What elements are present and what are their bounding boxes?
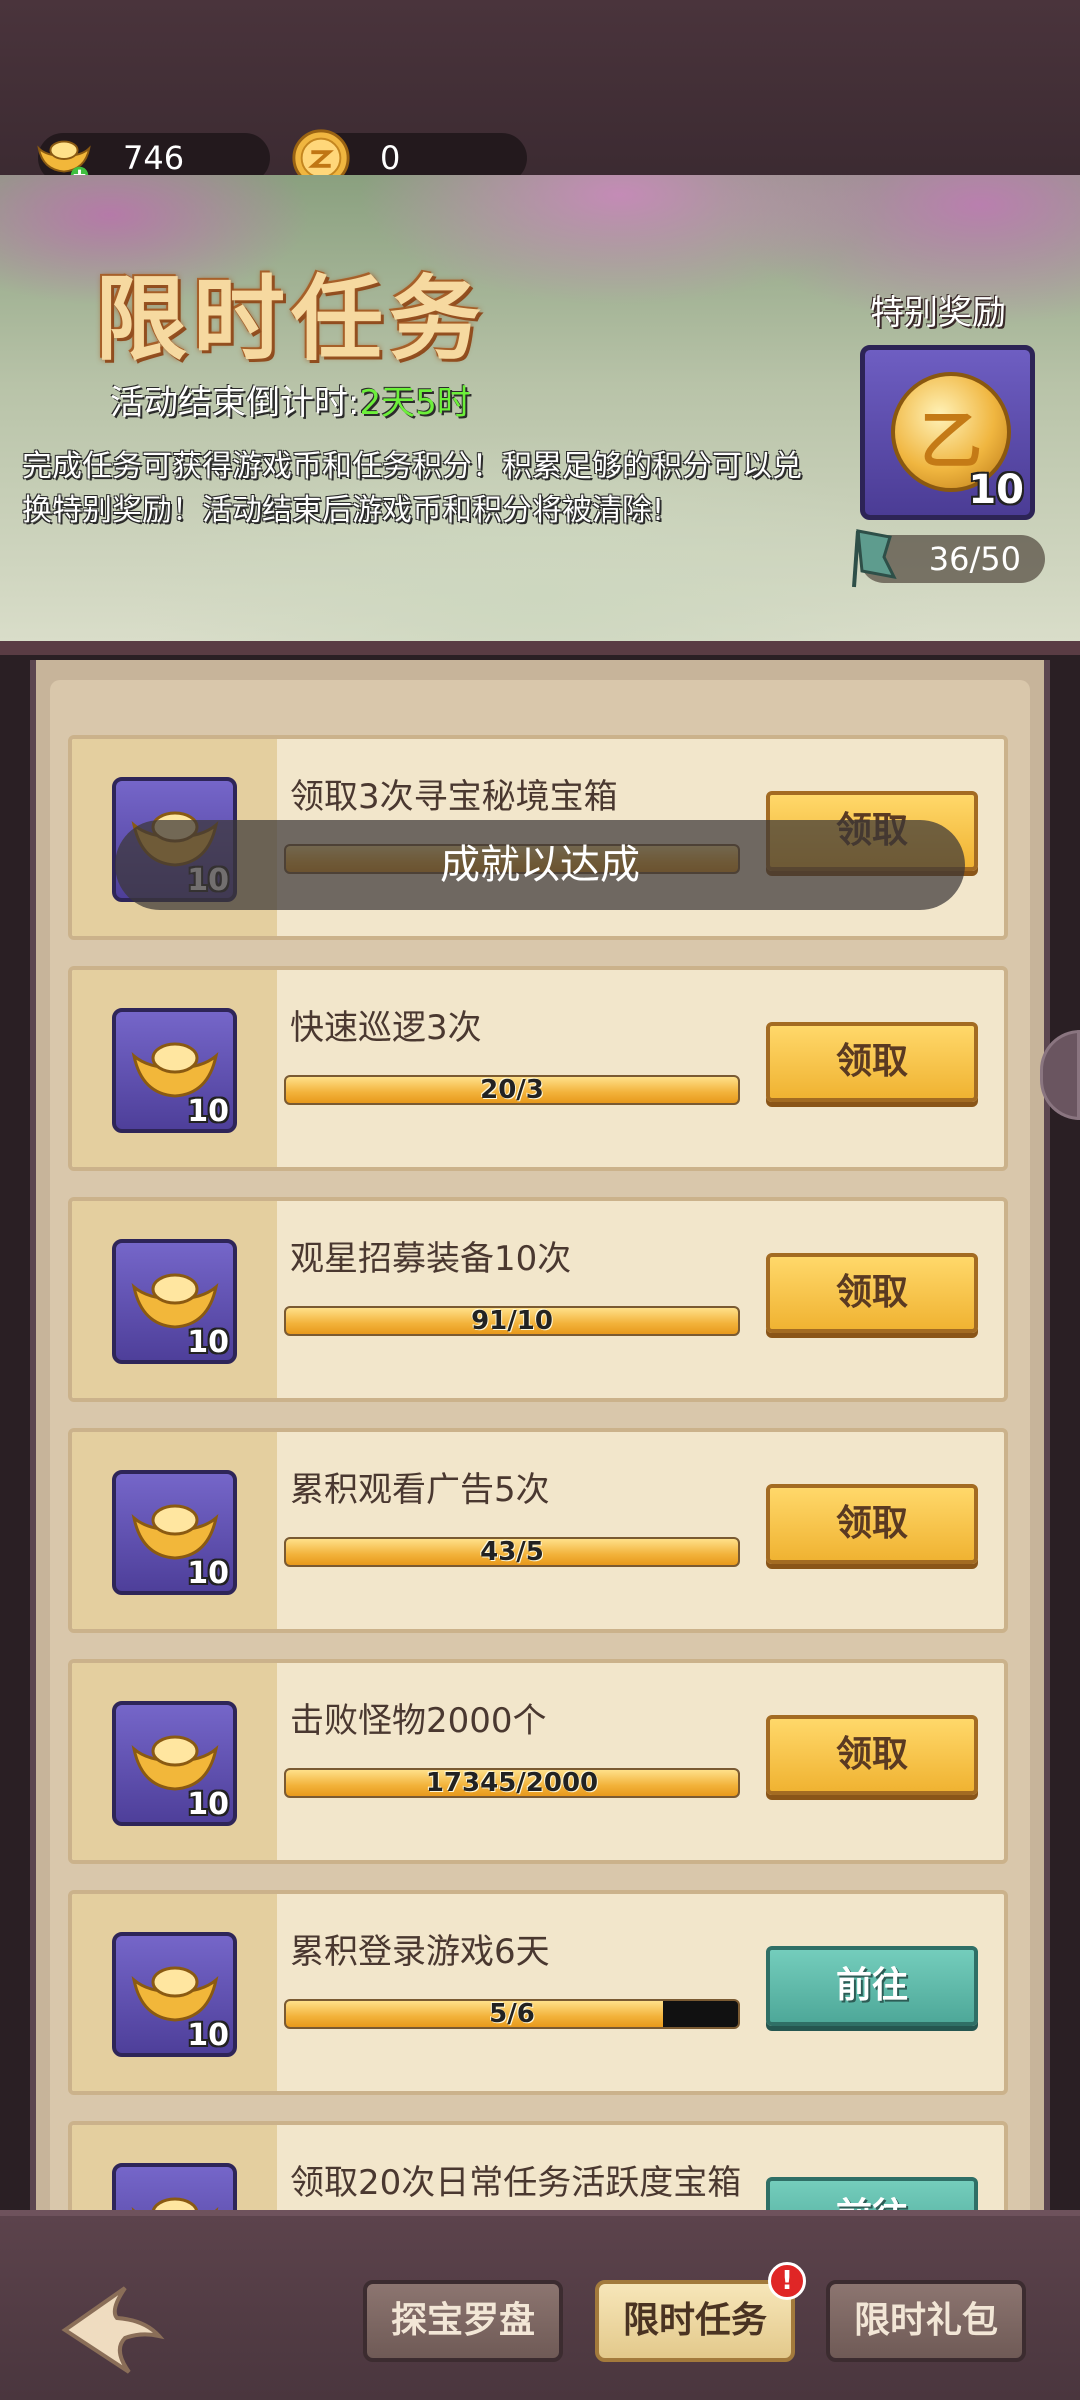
countdown-value: 2天5时 — [359, 383, 471, 423]
tab-limited-gift[interactable]: 限时礼包 — [826, 2280, 1026, 2362]
special-reward-count: 10 — [968, 467, 1024, 513]
claim-button[interactable]: 领取 — [766, 1253, 978, 1333]
gold-ingot-icon — [131, 1966, 219, 2022]
task-reward-count: 10 — [187, 1094, 229, 1129]
back-arrow-icon[interactable] — [55, 2280, 165, 2380]
task-progress-bar: 20/3 — [284, 1075, 740, 1105]
task-title: 累积观看广告5次 — [290, 1470, 550, 1510]
task-progress-bar: 17345/2000 — [284, 1768, 740, 1798]
tab-limited-tasks[interactable]: 限时任务 — [595, 2280, 795, 2362]
special-reward-item[interactable]: 10 — [860, 345, 1035, 520]
gold-ingot-icon — [131, 1042, 219, 1098]
countdown: 活动结束倒计时:2天5时 — [110, 375, 471, 424]
claim-button[interactable]: 领取 — [766, 1484, 978, 1564]
task-progress-text: 43/5 — [480, 1537, 544, 1567]
task-reward-item[interactable]: 10 — [112, 1239, 237, 1364]
claim-button[interactable]: 领取 — [766, 1715, 978, 1795]
task-progress-text: 17345/2000 — [425, 1768, 599, 1798]
event-banner: 限时任务 活动结束倒计时:2天5时 完成任务可获得游戏币和任务积分！积累足够的积… — [0, 175, 1080, 655]
countdown-label: 活动结束倒计时: — [110, 383, 360, 423]
task-title: 击败怪物2000个 — [290, 1701, 547, 1741]
page-title: 限时任务 — [95, 265, 488, 373]
achievement-toast: 成就以达成 — [115, 820, 965, 910]
task-progress-text: 20/3 — [480, 1075, 544, 1105]
notification-badge: ! — [768, 2262, 806, 2300]
task-title: 领取3次寻宝秘境宝箱 — [290, 777, 618, 817]
gold-ingot-icon — [131, 1504, 219, 1560]
task-reward-count: 10 — [187, 1787, 229, 1822]
goto-button[interactable]: 前往 — [766, 1946, 978, 2026]
task-title: 领取20次日常任务活跃度宝箱 — [290, 2163, 742, 2203]
gold-ingot-icon — [131, 1273, 219, 1329]
task-row: 10 累积登录游戏6天 5/6 前往 — [68, 1890, 1008, 2095]
task-title: 累积登录游戏6天 — [290, 1932, 550, 1972]
task-title: 快速巡逻3次 — [290, 1008, 482, 1048]
task-reward-count: 10 — [187, 1556, 229, 1591]
task-row: 10 击败怪物2000个 17345/2000 领取 — [68, 1659, 1008, 1864]
gold-ingot-icon — [131, 1735, 219, 1791]
tab-treasure-compass[interactable]: 探宝罗盘 — [363, 2280, 563, 2362]
task-reward-item[interactable]: 10 — [112, 1932, 237, 2057]
special-reward-label: 特别奖励 — [870, 293, 1006, 333]
task-reward-count: 10 — [187, 2018, 229, 2053]
task-reward-item[interactable]: 10 — [112, 1008, 237, 1133]
task-progress-bar: 91/10 — [284, 1306, 740, 1336]
task-list[interactable]: 10 领取3次寻宝秘境宝箱领取 10 快速巡逻3次 20/3 领取 10 观星招募装备10次 9… — [50, 680, 1030, 2326]
task-row: 10 快速巡逻3次 20/3 领取 — [68, 966, 1008, 1171]
task-progress-bar: 43/5 — [284, 1537, 740, 1567]
task-reward-item[interactable]: 10 — [112, 1470, 237, 1595]
task-row: 10 累积观看广告5次 43/5 领取 — [68, 1428, 1008, 1633]
task-progress-text: 5/6 — [489, 1999, 535, 2029]
task-progress-bar: 5/6 — [284, 1999, 740, 2029]
task-title: 观星招募装备10次 — [290, 1239, 572, 1279]
flag-icon — [852, 529, 897, 588]
task-reward-count: 10 — [187, 1325, 229, 1360]
task-progress-text: 91/10 — [471, 1306, 553, 1336]
task-reward-item[interactable]: 10 — [112, 1701, 237, 1826]
claim-button[interactable]: 领取 — [766, 1022, 978, 1102]
event-description: 完成任务可获得游戏币和任务积分！积累足够的积分可以兑换特别奖励！活动结束后游戏币… — [22, 449, 802, 528]
task-row: 10 观星招募装备10次 91/10 领取 — [68, 1197, 1008, 1402]
